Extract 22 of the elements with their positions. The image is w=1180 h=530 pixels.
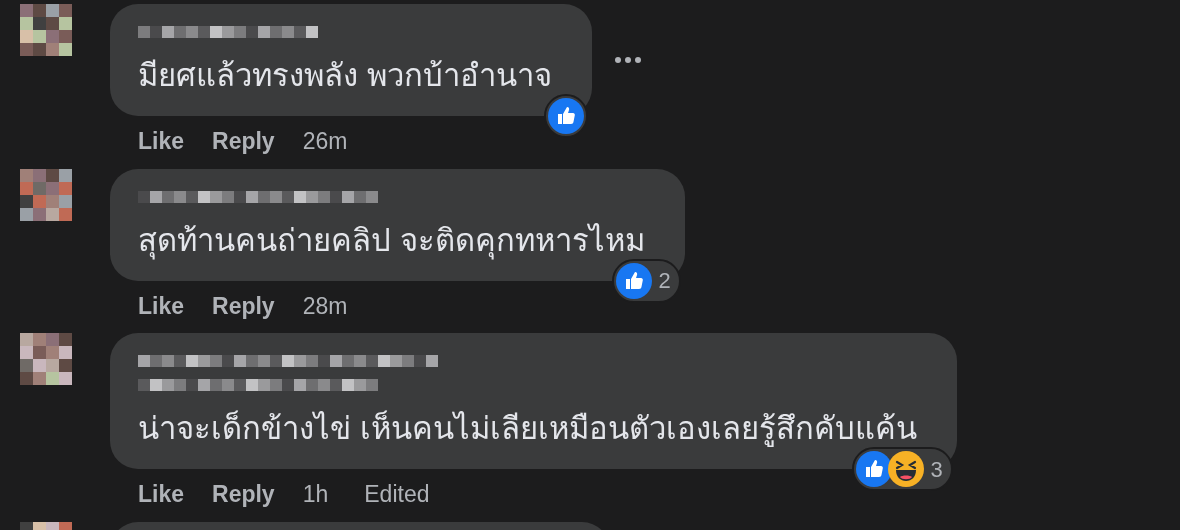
reply-link[interactable]: Reply	[212, 124, 275, 159]
comment-time: 28m	[302, 291, 348, 321]
edited-label: Edited	[364, 480, 430, 509]
laughing-face-icon	[888, 451, 925, 487]
comment-text: มียศแล้วทรงพลัง พวกบ้าอำนาจ	[138, 57, 552, 95]
like-link[interactable]: Like	[138, 288, 185, 323]
more-options-icon[interactable]	[613, 56, 642, 64]
reaction-summary[interactable]: 2	[612, 258, 681, 303]
thumbs-up-icon	[547, 98, 584, 134]
reaction-summary[interactable]: 3	[852, 447, 953, 491]
like-link[interactable]: Like	[138, 124, 185, 159]
like-link[interactable]: Like	[138, 477, 185, 512]
comment-text: น่าจะเด็กข้างไข่ เห็นคนไม่เลียเหมือนตัวเองเลยรู้สึกคับแค้น	[138, 409, 917, 449]
comment-time: 26m	[302, 127, 348, 156]
comment-text: สุดท้านคนถ่ายคลิป จะติดคุกทหารไหม	[138, 221, 645, 261]
thumbs-up-icon	[616, 262, 653, 299]
reply-link[interactable]: Reply	[212, 288, 275, 323]
reaction-count: 3	[929, 455, 944, 484]
reaction-count: 2	[657, 267, 672, 295]
reply-link[interactable]: Reply	[212, 477, 275, 512]
thumbs-up-icon	[856, 451, 893, 487]
comment-time: 1h	[302, 480, 329, 509]
